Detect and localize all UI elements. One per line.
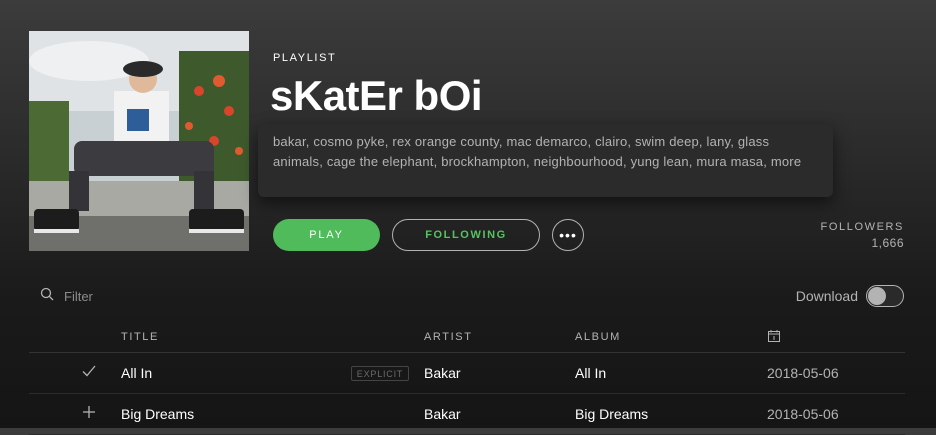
calendar-icon[interactable]: [767, 329, 781, 346]
track-table-header: TITLE ARTIST ALBUM: [29, 328, 905, 353]
track-album[interactable]: Big Dreams: [575, 406, 648, 422]
playlist-type-label: PLAYLIST: [273, 52, 337, 64]
table-row[interactable]: Big Dreams Bakar Big Dreams 2018-05-06: [29, 394, 905, 435]
check-icon[interactable]: [81, 363, 97, 379]
header-artist[interactable]: ARTIST: [424, 331, 473, 343]
table-row[interactable]: All In EXPLICIT Bakar All In 2018-05-06: [29, 353, 905, 394]
track-album[interactable]: All In: [575, 365, 606, 381]
header-title[interactable]: TITLE: [121, 331, 159, 343]
following-button[interactable]: FOLLOWING: [392, 219, 540, 251]
download-control: Download: [796, 285, 904, 307]
explicit-badge: EXPLICIT: [351, 366, 409, 381]
track-title[interactable]: Big Dreams: [121, 406, 194, 422]
more-icon: •••: [559, 227, 577, 243]
header-album[interactable]: ALBUM: [575, 331, 621, 343]
followers-count: 1,666: [871, 236, 904, 250]
playlist-description-tooltip: bakar, cosmo pyke, rex orange county, ma…: [258, 124, 833, 197]
playlist-cover-image: [29, 31, 249, 251]
more-options-button[interactable]: •••: [552, 219, 584, 251]
plus-icon[interactable]: [81, 404, 97, 420]
followers-label: FOLLOWERS: [820, 221, 904, 233]
search-icon: [40, 287, 54, 306]
play-button[interactable]: PLAY: [273, 219, 380, 251]
download-toggle[interactable]: [866, 285, 904, 307]
filter-placeholder: Filter: [64, 289, 93, 304]
track-artist[interactable]: Bakar: [424, 365, 461, 381]
toggle-knob: [868, 287, 886, 305]
track-date-added: 2018-05-06: [767, 406, 839, 422]
playlist-title: sKatEr bOi: [270, 72, 483, 119]
track-title[interactable]: All In: [121, 365, 152, 381]
track-artist[interactable]: Bakar: [424, 406, 461, 422]
followers-info: FOLLOWERS 1,666: [821, 221, 904, 250]
download-label: Download: [795, 288, 858, 304]
track-date-added: 2018-05-06: [767, 365, 839, 381]
filter-input[interactable]: Filter: [40, 287, 93, 306]
